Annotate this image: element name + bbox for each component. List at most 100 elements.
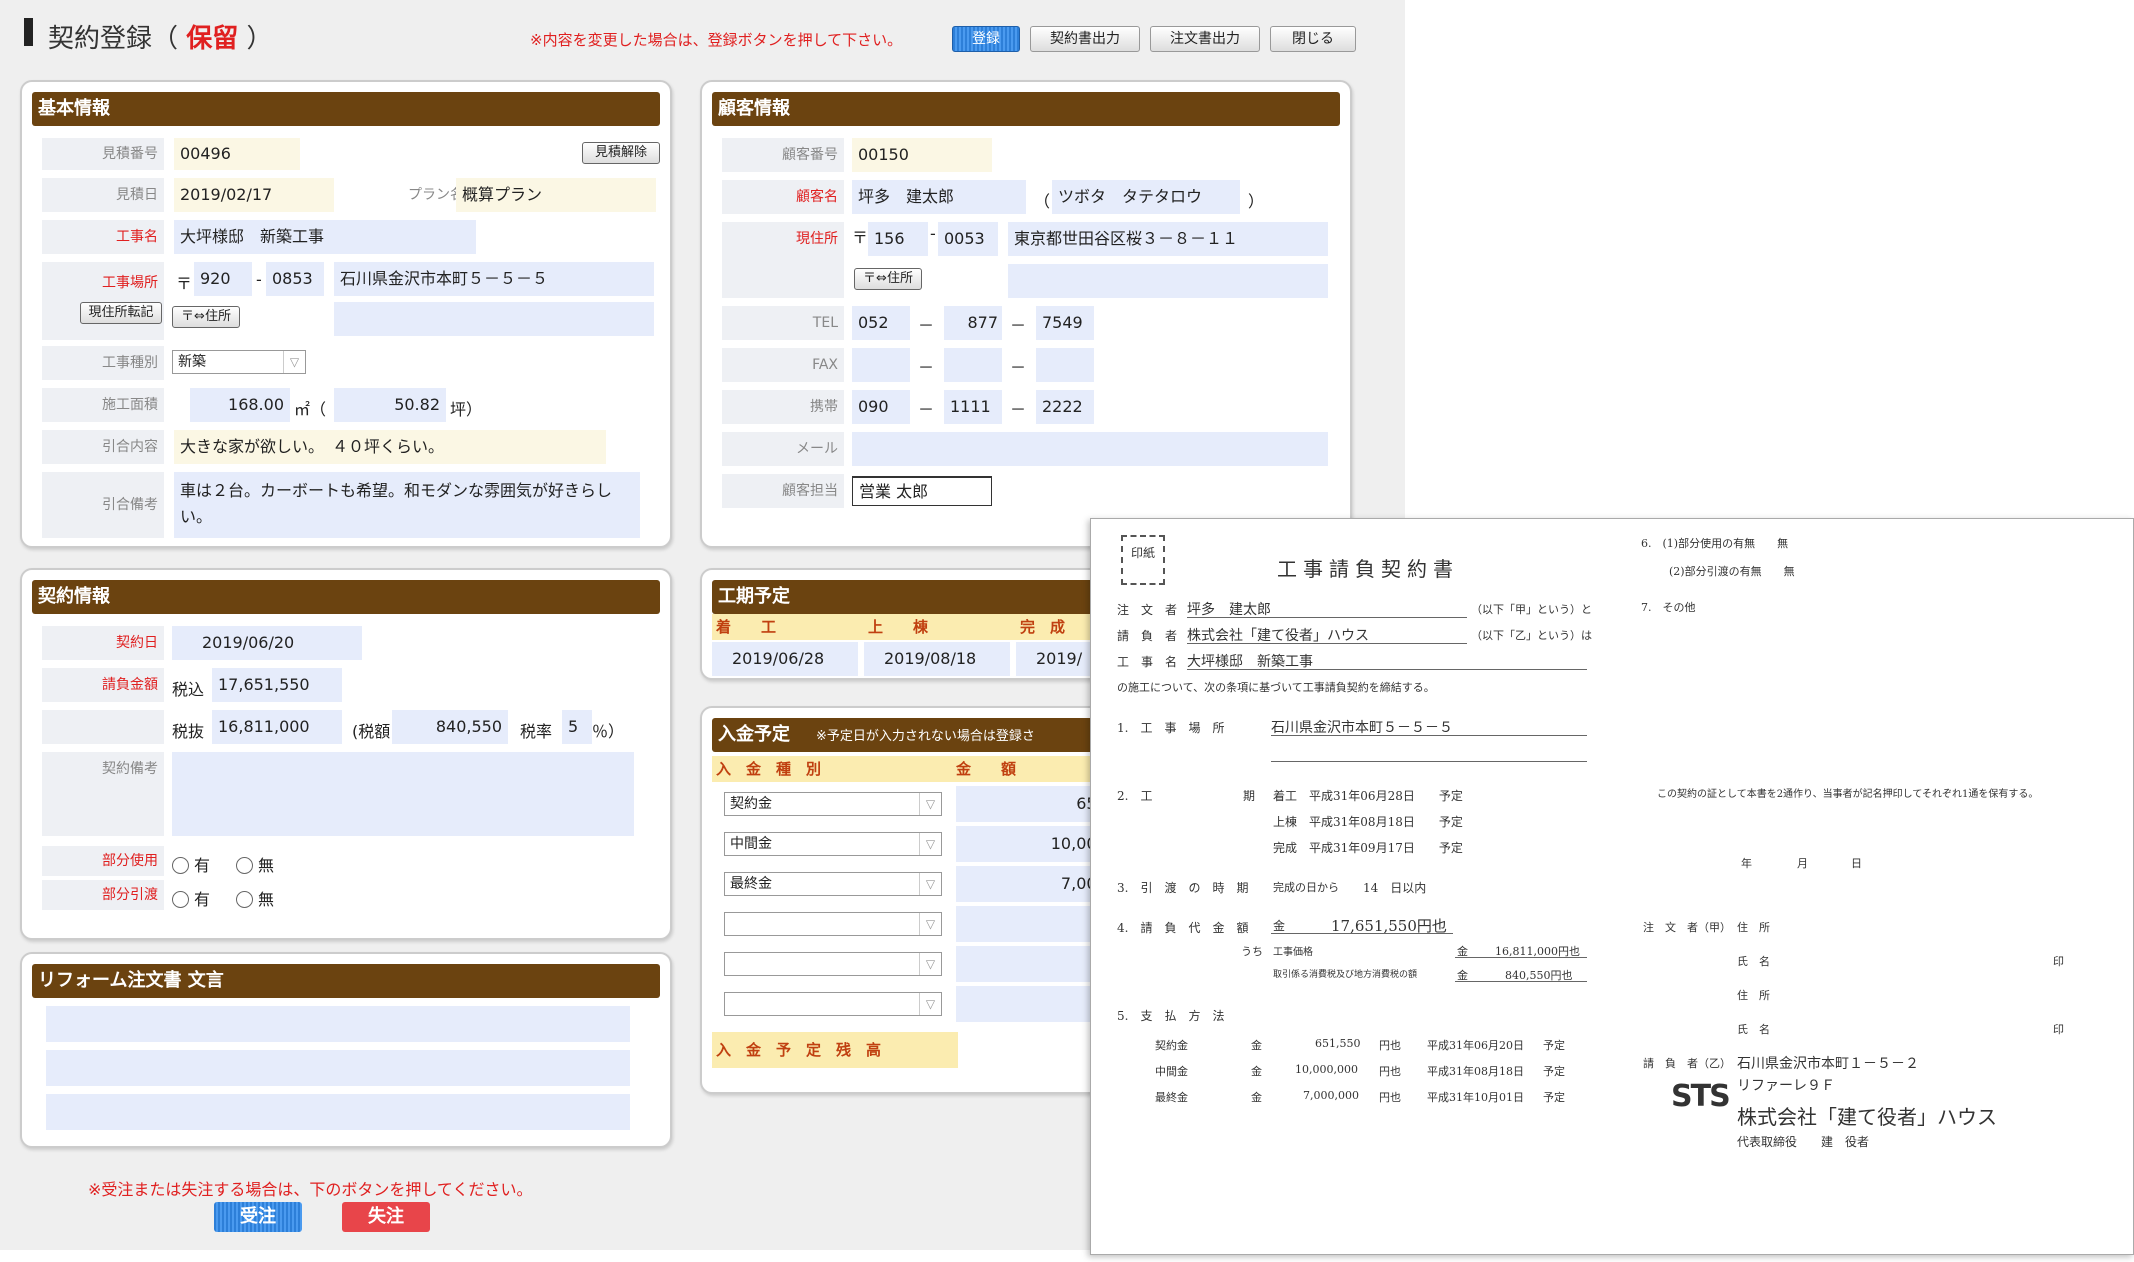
- plan-name-field[interactable]: 概算プラン: [456, 178, 656, 212]
- doc-s1-label: 1. 工 事 場 所: [1117, 721, 1225, 735]
- customer-zip1-field[interactable]: 156: [868, 222, 928, 256]
- customer-staff-field[interactable]: 営業 太郎: [852, 476, 992, 506]
- customer-zip2-field[interactable]: 0053: [938, 222, 998, 256]
- mobile1-field[interactable]: 090: [852, 390, 910, 424]
- tax-included-label: 税込: [172, 680, 205, 699]
- close-button[interactable]: 閉じる: [1270, 26, 1356, 52]
- contract-amount-label: 請負金額: [42, 668, 164, 702]
- doc-orderer: 坪多 建太郎: [1187, 602, 1271, 618]
- doc-intro: の施工について、次の条項に基づいて工事請負契約を締結する。: [1117, 681, 1435, 694]
- customer-zip-hyphen: -: [930, 224, 936, 243]
- contract-date-field[interactable]: 2019/06/20: [172, 626, 362, 660]
- contract-output-button[interactable]: 契約書出力: [1030, 26, 1140, 52]
- zip-mark: 〒: [176, 274, 193, 293]
- chevron-down-icon: ▽: [283, 351, 305, 373]
- area-tsubo-field[interactable]: 50.82: [334, 388, 446, 422]
- estimate-date-field[interactable]: 2019/02/17: [174, 178, 334, 212]
- lost-order-button[interactable]: 失注: [342, 1202, 430, 1232]
- estimate-number-field[interactable]: 00496: [174, 138, 300, 170]
- fax2-field[interactable]: [944, 348, 1002, 382]
- register-button[interactable]: 登録: [952, 26, 1020, 52]
- mobile2-field[interactable]: 1111: [944, 390, 1002, 424]
- underline: [1271, 933, 1453, 934]
- partial-use-yes[interactable]: 有: [172, 852, 210, 876]
- payment-kind-select-2[interactable]: 中間金 ▽: [724, 832, 942, 856]
- work-name-field[interactable]: 大坪様邸 新築工事: [174, 220, 476, 254]
- fax3-field[interactable]: [1036, 348, 1094, 382]
- site-address-field[interactable]: 石川県金沢市本町５－５－５: [334, 262, 654, 296]
- reform-text-line-1[interactable]: [46, 1006, 630, 1042]
- payment-kind-select-5[interactable]: ▽: [724, 952, 942, 976]
- doc-work-label: 工 事 名: [1117, 655, 1178, 669]
- site-zip1-field[interactable]: 920: [194, 262, 252, 296]
- payment-header: 入金予定 ※予定日が入力されない場合は登録さ: [712, 718, 1118, 752]
- plan-name-label: プラン名: [342, 178, 470, 212]
- site-address2-field[interactable]: [334, 302, 654, 336]
- doc-s3-a: 完成の日から: [1273, 881, 1339, 894]
- mobile3-field[interactable]: 2222: [1036, 390, 1094, 424]
- inquiry-content-field[interactable]: 大きな家が欲しい。 ４０坪くらい。: [174, 430, 606, 464]
- chevron-down-icon: ▽: [919, 833, 941, 855]
- tel-label: TEL: [722, 306, 844, 340]
- order-button[interactable]: 受注: [214, 1202, 302, 1232]
- estimate-release-button[interactable]: 見積解除: [582, 142, 660, 164]
- inquiry-remarks-label: 引合備考: [42, 472, 164, 538]
- doc-kou-address-label: 住 所: [1737, 921, 1770, 934]
- contract-memo-field[interactable]: [172, 752, 634, 836]
- tel2-field[interactable]: 877: [944, 306, 1002, 340]
- partial-handover-label: 部分引渡: [42, 880, 164, 910]
- site-zip2-field[interactable]: 0853: [266, 262, 324, 296]
- doc-s4-in: うち: [1241, 945, 1263, 958]
- partial-use-no[interactable]: 無: [236, 852, 274, 876]
- partial-handover-no[interactable]: 無: [236, 886, 274, 910]
- doc-year: 年: [1741, 857, 1752, 870]
- underline: [1455, 981, 1587, 982]
- underline: [1271, 735, 1587, 736]
- work-type-select[interactable]: 新築 ▽: [172, 350, 306, 374]
- customer-number-field[interactable]: 00150: [852, 138, 992, 172]
- kana-open: （: [1034, 192, 1051, 211]
- area-m2-field[interactable]: 168.00: [190, 388, 290, 422]
- payment-kind-select-6[interactable]: ▽: [724, 992, 942, 1016]
- customer-zip-convert-button[interactable]: 〒⇔住所: [854, 268, 922, 290]
- underline: [1271, 761, 1587, 762]
- doc-s2-sub: 期: [1243, 789, 1256, 803]
- doc-s3-label: 3. 引 渡 の 時 期: [1117, 881, 1249, 895]
- copy-current-address-button[interactable]: 現住所転記: [80, 302, 162, 324]
- customer-info-header: 顧客情報: [712, 92, 1340, 126]
- payment-kind-select-3[interactable]: 最終金 ▽: [724, 872, 942, 896]
- chevron-down-icon: ▽: [919, 873, 941, 895]
- tel1-field[interactable]: 052: [852, 306, 910, 340]
- order-output-button[interactable]: 注文書出力: [1150, 26, 1260, 52]
- chevron-down-icon: ▽: [919, 913, 941, 935]
- doc-otsu-rep: 代表取締役 建 役者: [1737, 1135, 1870, 1149]
- tax-rate-field[interactable]: 5: [562, 710, 592, 744]
- reform-order-header: リフォーム注文書 文言: [32, 964, 660, 998]
- customer-address2-field[interactable]: [1008, 264, 1328, 298]
- frame-date-field[interactable]: 2019/08/18: [864, 642, 1010, 676]
- current-address-label: 現住所: [722, 222, 844, 298]
- customer-address-field[interactable]: 東京都世田谷区桜３－８－１１: [1008, 222, 1328, 256]
- customer-number-label: 顧客番号: [722, 138, 844, 172]
- customer-name-field[interactable]: 坪多 建太郎: [852, 180, 1026, 214]
- doc-otsu-address: 石川県金沢市本町１－５－２: [1737, 1056, 1919, 1072]
- tel3-field[interactable]: 7549: [1036, 306, 1094, 340]
- email-field[interactable]: [852, 432, 1328, 466]
- reform-text-line-2[interactable]: [46, 1050, 630, 1086]
- customer-zip-mark: 〒: [852, 228, 869, 247]
- reform-text-line-3[interactable]: [46, 1094, 630, 1130]
- fax1-field[interactable]: [852, 348, 910, 382]
- partial-handover-yes[interactable]: 有: [172, 886, 210, 910]
- tax-amount-field[interactable]: 840,550: [392, 710, 508, 744]
- payment-kind-select-4[interactable]: ▽: [724, 912, 942, 936]
- doc-contractor-note: （以下「乙」という）は: [1471, 629, 1592, 642]
- doc-otsu-label: 請 負 者（乙）: [1643, 1057, 1731, 1070]
- inquiry-remarks-field[interactable]: 車は２台。カーボートも希望。和モダンな雰囲気が好きらしい。: [174, 472, 640, 538]
- tax-excluded-field[interactable]: 16,811,000: [212, 710, 342, 744]
- start-date-field[interactable]: 2019/06/28: [712, 642, 858, 676]
- customer-kana-field[interactable]: ツボタ タテタロウ: [1052, 180, 1240, 214]
- doc-day: 日: [1851, 857, 1862, 870]
- zip-address-convert-button[interactable]: 〒⇔住所: [172, 306, 240, 328]
- payment-kind-select-1[interactable]: 契約金 ▽: [724, 792, 942, 816]
- tax-included-field[interactable]: 17,651,550: [212, 668, 342, 702]
